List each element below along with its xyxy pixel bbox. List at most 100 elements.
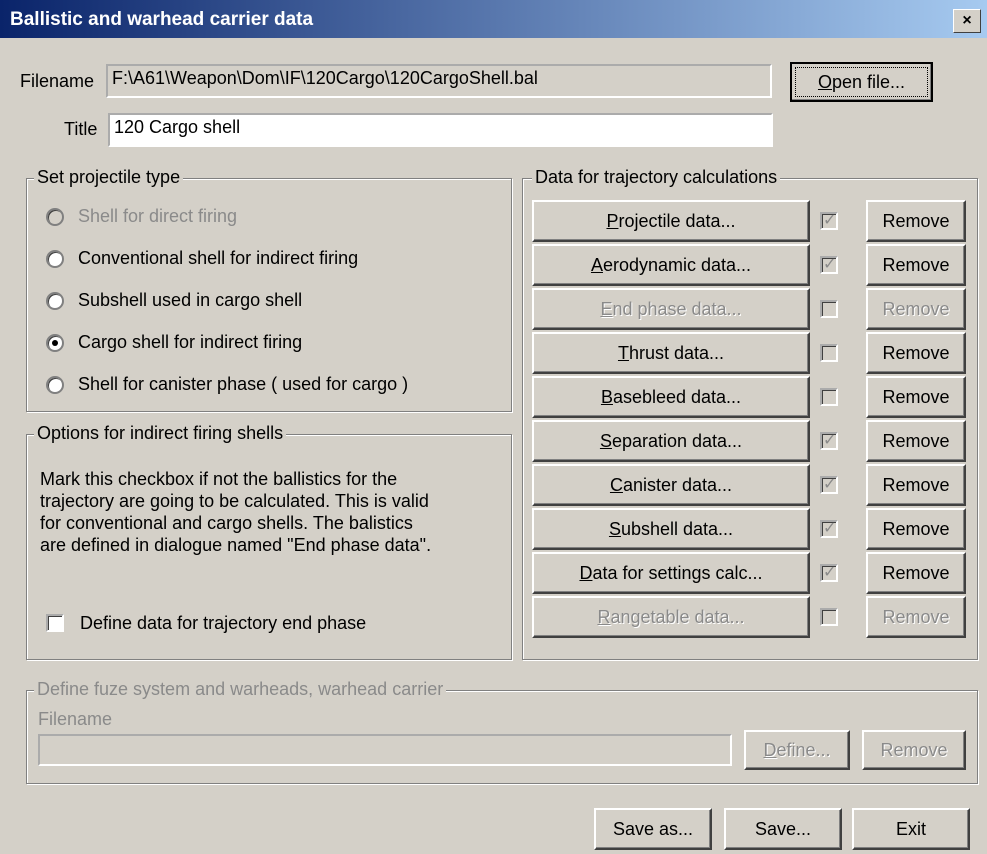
radio-empty-icon: [46, 249, 64, 268]
window-title: Ballistic and warhead carrier data: [10, 9, 314, 30]
projectile-type-option: Shell for direct firing: [46, 206, 237, 227]
open-file-key: O: [817, 71, 832, 92]
trajectory-data-button[interactable]: Subshell data...: [532, 508, 810, 550]
trajectory-data-button[interactable]: Basebleed data...: [532, 376, 810, 418]
trajectory-button-key: S: [599, 430, 612, 451]
trajectory-button-rest: hrust data...: [628, 342, 725, 363]
trajectory-remove-button: Remove: [866, 288, 966, 330]
open-file-rest: pen file...: [831, 71, 906, 92]
trajectory-data-checkbox: ✓: [820, 212, 838, 230]
trajectory-remove-button[interactable]: Remove: [866, 552, 966, 594]
trajectory-button-key: S: [608, 518, 621, 539]
check-icon: ✓: [823, 520, 837, 537]
trajectory-button-key: C: [609, 474, 623, 495]
check-icon: ✓: [823, 564, 837, 581]
trajectory-data-button[interactable]: Projectile data...: [532, 200, 810, 242]
title-input[interactable]: 120 Cargo shell: [108, 113, 773, 147]
options-text-3: for conventional and cargo shells. The b…: [40, 513, 413, 533]
options-legend: Options for indirect firing shells: [34, 423, 287, 444]
trajectory-button-key: P: [606, 210, 619, 231]
trajectory-remove-button[interactable]: Remove: [866, 464, 966, 506]
check-icon: ✓: [823, 476, 837, 493]
projectile-type-option-label: Conventional shell for indirect firing: [78, 248, 359, 268]
fuze-remove-button: Remove: [862, 730, 966, 770]
radio-selected-icon: [46, 333, 64, 352]
radio-empty-icon: [46, 375, 64, 394]
check-icon: ✓: [823, 212, 837, 229]
trajectory-button-rest: eparation data...: [611, 430, 743, 451]
radio-empty-icon: [46, 207, 64, 226]
trajectory-data-checkbox: [820, 344, 838, 362]
fuze-define-rest: efine...: [776, 739, 831, 760]
trajectory-button-key: R: [597, 606, 611, 627]
trajectory-button-rest: anister data...: [622, 474, 733, 495]
trajectory-button-rest: rojectile data...: [618, 210, 736, 231]
trajectory-remove-button[interactable]: Remove: [866, 200, 966, 242]
open-file-button[interactable]: Open file...: [790, 62, 933, 102]
trajectory-data-button[interactable]: Thrust data...: [532, 332, 810, 374]
trajectory-data-checkbox: [820, 388, 838, 406]
filename-field: F:\A61\Weapon\Dom\IF\120Cargo\120CargoSh…: [106, 64, 772, 98]
trajectory-data-button[interactable]: Separation data...: [532, 420, 810, 462]
trajectory-data-checkbox: ✓: [820, 476, 838, 494]
trajectory-data-checkbox: [820, 608, 838, 626]
trajectory-button-rest: ubshell data...: [620, 518, 734, 539]
projectile-type-option[interactable]: Subshell used in cargo shell: [46, 290, 302, 311]
trajectory-button-key: A: [590, 254, 603, 275]
trajectory-button-rest: asebleed data...: [612, 386, 742, 407]
trajectory-remove-button: Remove: [866, 596, 966, 638]
trajectory-button-rest: angetable data...: [610, 606, 745, 627]
trajectory-data-checkbox: ✓: [820, 564, 838, 582]
projectile-type-option-label: Shell for direct firing: [78, 206, 238, 226]
trajectory-button-rest: erodynamic data...: [602, 254, 752, 275]
trajectory-data-button[interactable]: Canister data...: [532, 464, 810, 506]
fuze-legend: Define fuze system and warheads, warhead…: [34, 679, 447, 700]
end-phase-checkbox-label[interactable]: Define data for trajectory end phase: [80, 612, 366, 634]
save-button[interactable]: Save...: [724, 808, 842, 850]
close-button[interactable]: ×: [953, 9, 981, 33]
trajectory-data-button: End phase data...: [532, 288, 810, 330]
trajectory-remove-button[interactable]: Remove: [866, 244, 966, 286]
options-text-2: trajectory are going to be calculated. T…: [40, 491, 429, 511]
projectile-type-option-label: Shell for canister phase ( used for carg…: [78, 374, 409, 394]
projectile-type-option[interactable]: Cargo shell for indirect firing: [46, 332, 302, 353]
trajectory-remove-button[interactable]: Remove: [866, 508, 966, 550]
trajectory-data-checkbox: ✓: [820, 256, 838, 274]
projectile-type-option[interactable]: Conventional shell for indirect firing: [46, 248, 358, 269]
exit-button[interactable]: Exit: [852, 808, 970, 850]
trajectory-remove-button[interactable]: Remove: [866, 332, 966, 374]
fuze-filename-field: [38, 734, 732, 766]
trajectory-data-checkbox: ✓: [820, 520, 838, 538]
trajectory-button-rest: ata for settings calc...: [592, 562, 763, 583]
fuze-define-key: D: [763, 739, 777, 760]
trajectory-data-checkbox: ✓: [820, 432, 838, 450]
trajectory-button-rest: nd phase data...: [612, 298, 742, 319]
fuze-define-button: Define...: [744, 730, 850, 770]
title-label: Title: [64, 119, 98, 139]
trajectory-button-key: T: [617, 342, 629, 363]
projectile-type-legend: Set projectile type: [34, 167, 184, 188]
projectile-type-option-label: Subshell used in cargo shell: [78, 290, 303, 310]
check-icon: ✓: [823, 432, 837, 449]
trajectory-button-key: D: [579, 562, 593, 583]
trajectory-button-key: B: [600, 386, 613, 407]
save-as-button[interactable]: Save as...: [594, 808, 712, 850]
end-phase-checkbox[interactable]: [46, 614, 64, 632]
fuze-filename-label: Filename: [38, 709, 113, 729]
trajectory-data-button[interactable]: Data for settings calc...: [532, 552, 810, 594]
trajectory-data-checkbox: [820, 300, 838, 318]
trajectory-remove-button[interactable]: Remove: [866, 420, 966, 462]
check-icon: ✓: [823, 256, 837, 273]
filename-label: Filename: [20, 71, 95, 91]
trajectory-remove-button[interactable]: Remove: [866, 376, 966, 418]
trajectory-data-button[interactable]: Aerodynamic data...: [532, 244, 810, 286]
trajectory-legend: Data for trajectory calculations: [532, 167, 781, 188]
projectile-type-option-label: Cargo shell for indirect firing: [78, 332, 303, 352]
title-bar: Ballistic and warhead carrier data ×: [0, 0, 987, 38]
trajectory-button-key: E: [600, 298, 613, 319]
radio-empty-icon: [46, 291, 64, 310]
options-text-4: are defined in dialogue named "End phase…: [40, 535, 432, 555]
projectile-type-option[interactable]: Shell for canister phase ( used for carg…: [46, 374, 408, 395]
trajectory-data-button: Rangetable data...: [532, 596, 810, 638]
options-text-1: Mark this checkbox if not the ballistics…: [40, 469, 398, 489]
